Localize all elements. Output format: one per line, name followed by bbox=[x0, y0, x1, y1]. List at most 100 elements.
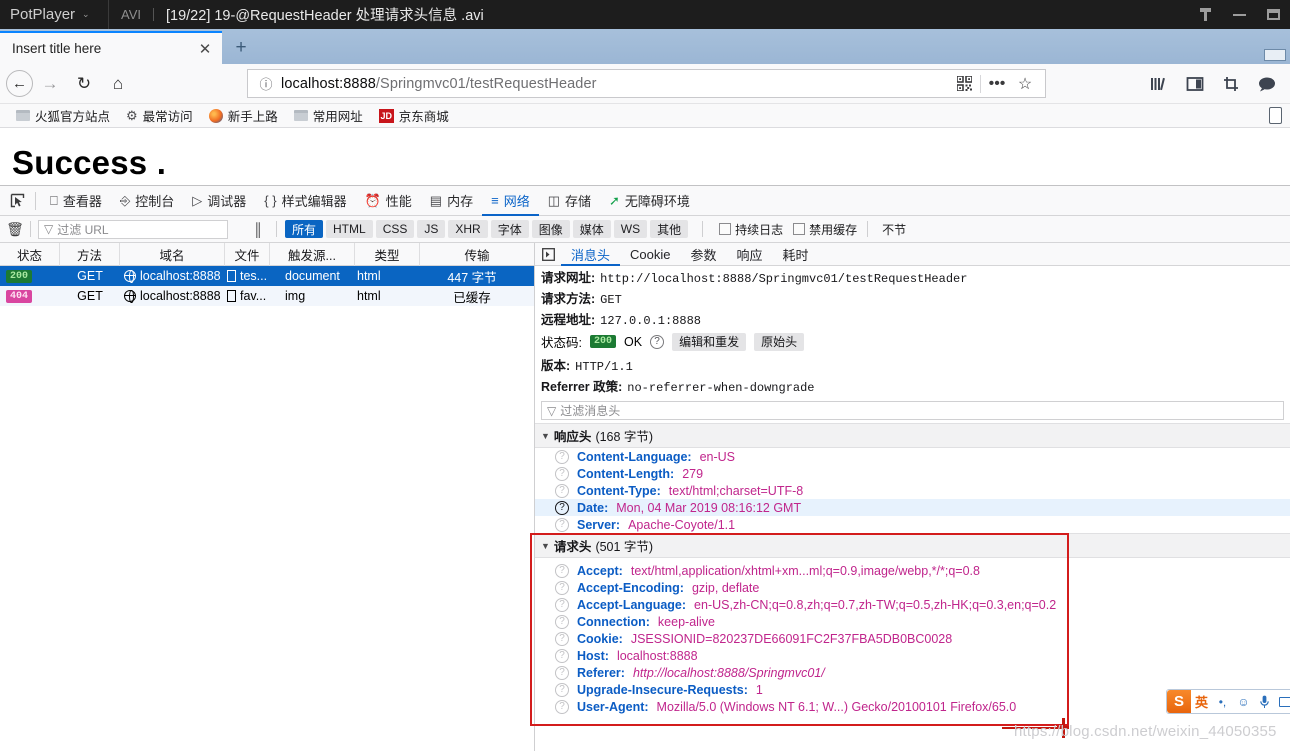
table-row[interactable]: 404 GET localhost:8888 fav... img html 已… bbox=[0, 286, 534, 306]
column-transferred[interactable]: 传输 bbox=[420, 243, 534, 266]
back-button[interactable]: ← bbox=[6, 70, 33, 97]
column-type[interactable]: 类型 bbox=[355, 243, 420, 266]
help-icon[interactable]: ? bbox=[555, 597, 569, 612]
help-icon[interactable]: ? bbox=[555, 614, 569, 629]
help-icon[interactable]: ? bbox=[555, 500, 569, 515]
forward-button[interactable]: → bbox=[33, 69, 67, 99]
filter-all[interactable]: 所有 bbox=[285, 220, 324, 238]
tab-inspector[interactable]: ⎕ 查看器 bbox=[41, 186, 111, 216]
filter-font[interactable]: 字体 bbox=[490, 220, 529, 238]
sidebar-icon[interactable] bbox=[1180, 70, 1210, 98]
pin-icon[interactable] bbox=[1188, 0, 1222, 29]
qr-code-icon[interactable] bbox=[950, 71, 978, 97]
bookmark-star-icon[interactable]: ☆ bbox=[1011, 71, 1039, 97]
ime-language-mode[interactable]: 英 bbox=[1191, 690, 1212, 713]
table-row[interactable]: 200 GET localhost:8888 tes... document h… bbox=[0, 266, 534, 286]
url-filter-input[interactable]: ▽ 过滤 URL bbox=[38, 219, 228, 239]
bookmark-item[interactable]: 新手上路 bbox=[201, 106, 286, 125]
bookmark-item[interactable]: ⚙ 最常访问 bbox=[118, 106, 201, 125]
bookmark-label: 新手上路 bbox=[227, 110, 278, 124]
request-headers-section[interactable]: ▼ 请求头 (501 字节) bbox=[535, 533, 1290, 558]
help-icon[interactable]: ? bbox=[555, 517, 569, 532]
tab-timings[interactable]: 耗时 bbox=[773, 243, 819, 266]
page-actions-icon[interactable]: ••• bbox=[983, 71, 1011, 97]
tab-response[interactable]: 响应 bbox=[727, 243, 773, 266]
tab-network[interactable]: ≡ 网络 bbox=[482, 186, 539, 216]
chevron-down-icon[interactable]: ▼ bbox=[541, 541, 550, 551]
chevron-down-icon[interactable]: ⌄ bbox=[82, 9, 90, 20]
edit-resend-button[interactable]: 编辑和重发 bbox=[672, 332, 747, 351]
restore-window-button[interactable] bbox=[1264, 49, 1286, 61]
site-info-icon[interactable]: ⓘ bbox=[256, 75, 276, 93]
persist-logs-checkbox[interactable]: 持续日志 bbox=[719, 221, 783, 238]
column-file[interactable]: 文件 bbox=[225, 243, 270, 266]
bookmark-item[interactable]: JD 京东商城 bbox=[371, 106, 457, 125]
filter-js[interactable]: JS bbox=[417, 220, 446, 238]
maximize-icon[interactable] bbox=[1256, 0, 1290, 29]
column-method[interactable]: 方法 bbox=[60, 243, 120, 266]
help-icon[interactable]: ? bbox=[555, 449, 569, 464]
column-domain[interactable]: 域名 bbox=[120, 243, 225, 266]
pause-icon[interactable]: ║ bbox=[242, 222, 276, 237]
panel-toggle-icon[interactable] bbox=[535, 243, 561, 266]
reload-button[interactable]: ↻ bbox=[67, 69, 101, 99]
bookmark-item[interactable]: 火狐官方站点 bbox=[8, 106, 118, 125]
filter-image[interactable]: 图像 bbox=[531, 220, 570, 238]
url-bar[interactable]: ⓘ localhost:8888/Springmvc01/testRequest… bbox=[247, 69, 1046, 98]
tab-headers[interactable]: 消息头 bbox=[561, 243, 620, 266]
screenshot-icon[interactable] bbox=[1216, 70, 1246, 98]
filter-xhr[interactable]: XHR bbox=[448, 220, 488, 238]
filter-ws[interactable]: WS bbox=[613, 220, 648, 238]
disable-cache-checkbox[interactable]: 禁用缓存 bbox=[793, 221, 857, 238]
help-icon[interactable]: ? bbox=[555, 648, 569, 663]
filter-css[interactable]: CSS bbox=[375, 220, 415, 238]
pocket-icon[interactable] bbox=[1252, 70, 1282, 98]
tab-style-editor[interactable]: { } 样式编辑器 bbox=[255, 186, 355, 216]
ime-keyboard-icon[interactable] bbox=[1275, 690, 1290, 713]
home-button[interactable]: ⌂ bbox=[101, 69, 135, 99]
browser-tab[interactable]: Insert title here ✕ bbox=[0, 31, 222, 64]
mobile-bookmarks-icon[interactable] bbox=[1269, 107, 1282, 124]
minimize-icon[interactable] bbox=[1222, 0, 1256, 29]
raw-headers-button[interactable]: 原始头 bbox=[754, 332, 805, 351]
help-icon[interactable]: ? bbox=[555, 466, 569, 481]
help-icon[interactable]: ? bbox=[555, 665, 569, 680]
help-icon[interactable]: ? bbox=[555, 631, 569, 646]
tab-accessibility[interactable]: ➚ 无障碍环境 bbox=[600, 186, 699, 216]
element-picker-icon[interactable] bbox=[4, 188, 30, 214]
chevron-down-icon[interactable]: ▼ bbox=[541, 431, 550, 441]
potplayer-app-menu[interactable]: PotPlayer ⌄ bbox=[0, 6, 108, 23]
filter-html[interactable]: HTML bbox=[326, 220, 373, 238]
column-cause[interactable]: 触发源... bbox=[270, 243, 355, 266]
bookmark-item[interactable]: 常用网址 bbox=[286, 106, 371, 125]
trash-icon[interactable]: 🗑 bbox=[0, 216, 30, 243]
filter-other[interactable]: 其他 bbox=[650, 220, 689, 238]
help-icon[interactable]: ? bbox=[555, 682, 569, 697]
tab-console[interactable]: ⎆ 控制台 bbox=[111, 186, 183, 216]
url-input[interactable]: localhost:8888/Springmvc01/testRequestHe… bbox=[276, 76, 950, 92]
library-icon[interactable] bbox=[1144, 70, 1174, 98]
help-icon[interactable]: ? bbox=[555, 563, 569, 578]
response-headers-section[interactable]: ▼ 响应头 (168 字节) bbox=[535, 423, 1290, 448]
sogou-logo-icon[interactable]: S bbox=[1167, 690, 1191, 713]
tab-performance[interactable]: ⏰ 性能 bbox=[356, 186, 421, 216]
ime-mic-icon[interactable] bbox=[1254, 690, 1275, 713]
tab-params[interactable]: 参数 bbox=[680, 243, 726, 266]
tab-storage[interactable]: ◫ 存储 bbox=[539, 186, 600, 216]
potplayer-titlebar: PotPlayer ⌄ AVI [19/22] 19-@RequestHeade… bbox=[0, 0, 1290, 29]
ime-emoji-icon[interactable]: ☺ bbox=[1233, 690, 1254, 713]
column-status[interactable]: 状态 bbox=[0, 243, 60, 266]
help-icon[interactable]: ? bbox=[555, 580, 569, 595]
header-filter-input[interactable]: ▽ 过滤消息头 bbox=[541, 401, 1284, 420]
ime-punctuation-icon[interactable]: •, bbox=[1212, 690, 1233, 713]
help-icon[interactable]: ? bbox=[555, 699, 569, 714]
tab-cookies[interactable]: Cookie bbox=[620, 243, 680, 266]
throttling-label[interactable]: 不节 bbox=[882, 221, 906, 238]
tab-memory[interactable]: ▤ 内存 bbox=[421, 186, 482, 216]
help-icon[interactable]: ? bbox=[555, 483, 569, 498]
help-icon[interactable]: ? bbox=[650, 334, 665, 349]
tab-debugger[interactable]: ▷ 调试器 bbox=[183, 186, 255, 216]
filter-media[interactable]: 媒体 bbox=[572, 220, 611, 238]
close-icon[interactable]: ✕ bbox=[196, 40, 214, 58]
new-tab-button[interactable]: + bbox=[228, 35, 254, 61]
